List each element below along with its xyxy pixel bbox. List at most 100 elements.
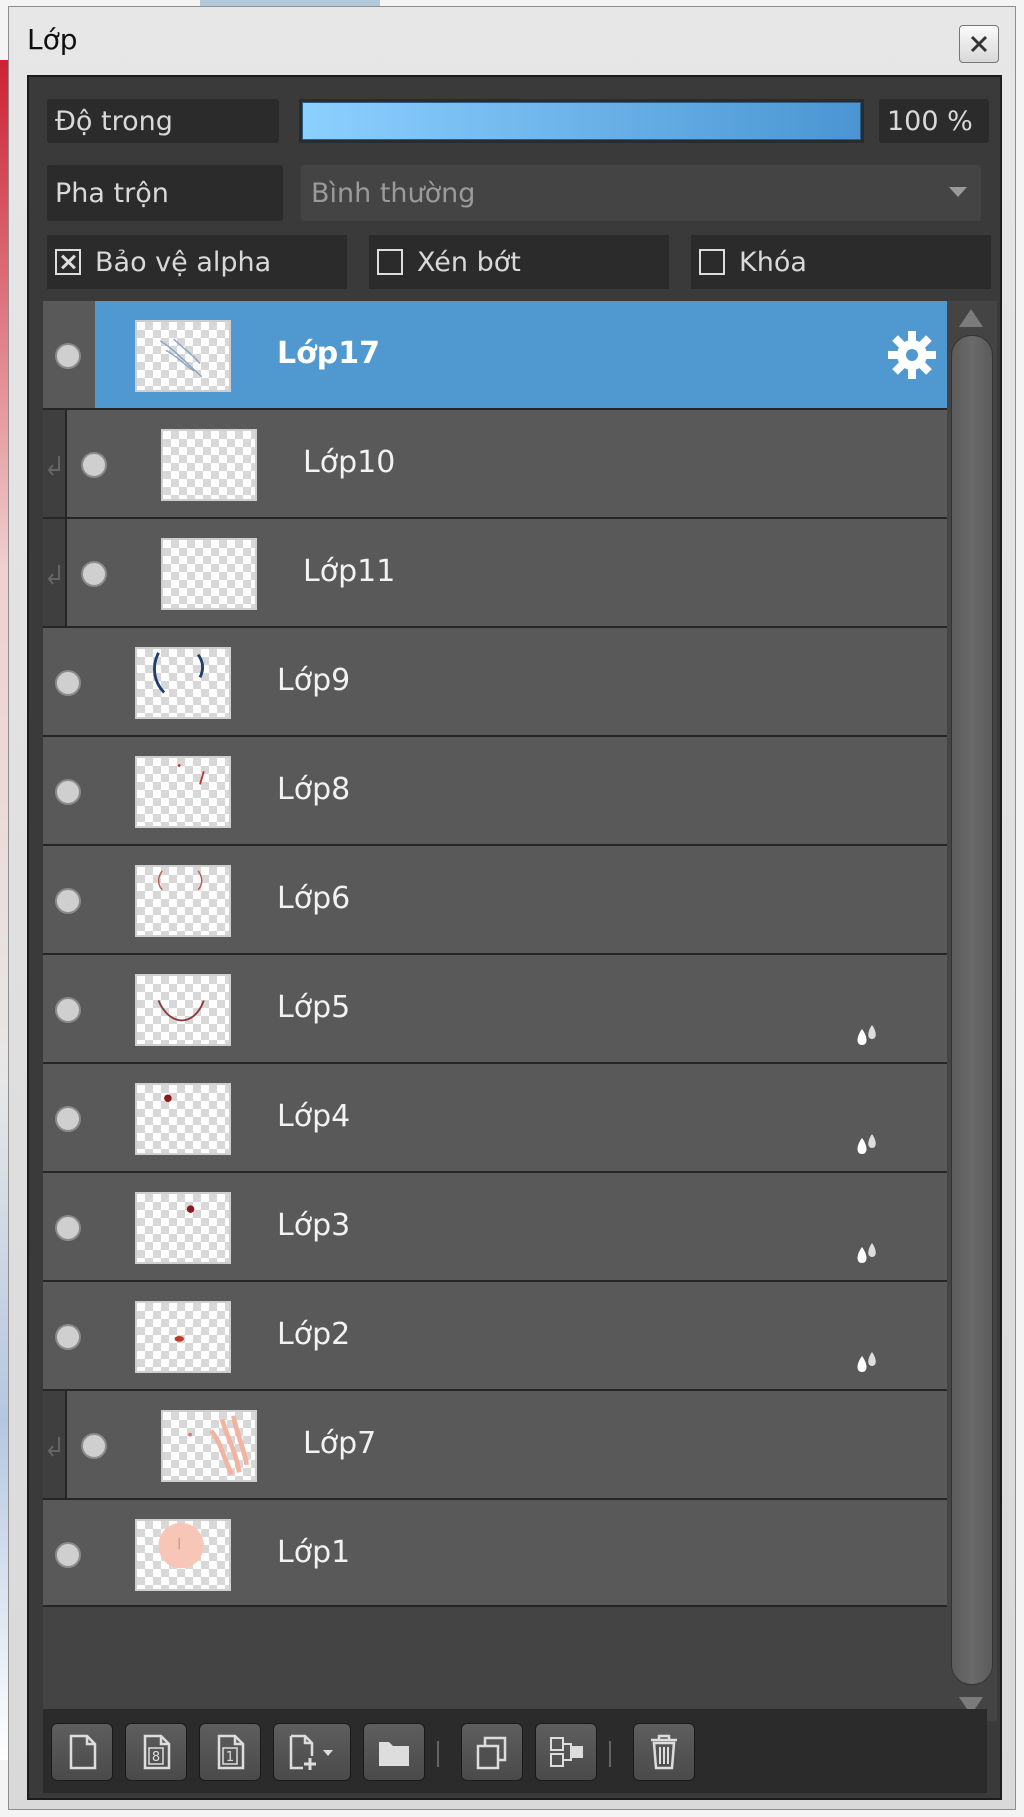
visibility-toggle-icon[interactable] [81,1433,107,1459]
layer-name: Lớp7 [303,1426,377,1461]
layer-row-lop11[interactable]: Lớp11 [43,519,948,628]
visibility-toggle-icon[interactable] [55,1542,81,1568]
layer-name: Lớp6 [277,881,351,916]
add-layer-dropdown-icon [289,1734,333,1770]
clip-indent [43,519,67,626]
layer-list: Lớp17 Lớp10 Lớp11 Lớp9 Lớp8 Lớp6 Lớp5 Lớ… [43,301,973,1721]
layer-panel-content: Độ trong 100 % Pha trộn Bình thường Bảo … [27,75,1002,1800]
drops-icon [857,1134,876,1154]
visibility-toggle-icon[interactable] [55,1324,81,1350]
visibility-toggle-icon[interactable] [55,888,81,914]
delete-layer-icon [651,1734,677,1770]
layer-thumbnail [135,756,231,828]
checkbox-icon [377,249,403,275]
merge-down-button[interactable] [535,1723,597,1781]
toolbar-separator [609,1741,611,1767]
layer-thumbnail [135,1519,231,1591]
opacity-label: Độ trong [47,99,279,143]
layer-name: Lớp2 [277,1317,351,1352]
drops-icon [857,1352,876,1372]
alpha-protect-checkbox[interactable]: Bảo vệ alpha [47,235,347,289]
new-layer-icon [69,1734,97,1770]
gear-icon[interactable] [886,329,938,381]
visibility-toggle-icon[interactable] [81,561,107,587]
alpha-protect-label: Bảo vệ alpha [95,246,272,278]
layer-toolbar: 8 1 [43,1709,987,1793]
layer-panel-window: Lớp Độ trong 100 % Pha trộn Bình thường … [8,6,1016,1810]
layer-name: Lớp4 [277,1099,351,1134]
layer-thumbnail [135,1192,231,1264]
layer-name: Lớp3 [277,1208,351,1243]
opacity-slider-fill [302,102,861,140]
badge-8: 8 [152,1750,160,1765]
layer-thumbnail [135,974,231,1046]
layer-row-lop1[interactable]: Lớp1 [43,1500,948,1607]
lock-checkbox[interactable]: Khóa [691,235,991,289]
clip-arrow-icon [47,1437,60,1457]
checkbox-icon [699,249,725,275]
blend-mode-select[interactable]: Bình thường [301,165,981,221]
layer-row-lop9[interactable]: Lớp9 [43,628,948,737]
add-layer-dropdown-button[interactable] [273,1723,351,1781]
new-8bit-layer-button[interactable]: 8 [125,1723,187,1781]
clip-checkbox[interactable]: Xén bớt [369,235,669,289]
drops-icon [857,1243,876,1263]
layer-row-lop7[interactable]: Lớp7 [43,1391,948,1500]
layer-row-lop5[interactable]: Lớp5 [43,955,948,1064]
layer-row-lop4[interactable]: Lớp4 [43,1064,948,1173]
clip-indent [43,1391,67,1498]
window-title: Lớp [27,23,78,56]
delete-layer-button[interactable] [633,1723,695,1781]
new-1bit-layer-button[interactable]: 1 [199,1723,261,1781]
visibility-toggle-icon[interactable] [55,1215,81,1241]
visibility-toggle-icon[interactable] [81,452,107,478]
title-bar[interactable]: Lớp [9,7,1015,69]
layer-row-lop2[interactable]: Lớp2 [43,1282,948,1391]
layer-thumbnail [135,1083,231,1155]
new-1bit-layer-icon: 1 [217,1734,245,1770]
layer-list-scrollbar[interactable] [947,301,997,1721]
layer-thumbnail [135,1301,231,1373]
toolbar-separator [437,1741,439,1767]
layer-row-lop8[interactable]: Lớp8 [43,737,948,846]
layer-row-lop10[interactable]: Lớp10 [43,410,948,519]
close-icon [970,35,988,53]
visibility-toggle-icon[interactable] [55,343,81,369]
opacity-value[interactable]: 100 % [879,99,989,143]
layer-row-lop6[interactable]: Lớp6 [43,846,948,955]
layer-row-lop3[interactable]: Lớp3 [43,1173,948,1282]
clip-indent [43,410,67,517]
visibility-toggle-icon[interactable] [55,997,81,1023]
visibility-toggle-icon[interactable] [55,779,81,805]
checkbox-icon [55,249,81,275]
layer-name: Lớp11 [303,554,396,589]
scrollbar-thumb[interactable] [951,335,993,1685]
badge-1: 1 [226,1750,234,1765]
close-button[interactable] [959,25,999,63]
layer-name: Lớp17 [277,336,380,371]
new-8bit-layer-icon: 8 [143,1734,171,1770]
new-folder-icon [379,1742,409,1766]
opacity-slider[interactable] [299,99,864,143]
visibility-toggle-icon[interactable] [55,670,81,696]
layer-name: Lớp10 [303,445,396,480]
layer-name: Lớp1 [277,1535,351,1570]
chevron-down-icon [949,187,967,197]
layer-thumbnail [135,647,231,719]
layer-thumbnail [161,538,257,610]
layer-row-lop17[interactable]: Lớp17 [43,301,948,410]
duplicate-layer-button[interactable] [461,1723,523,1781]
new-folder-button[interactable] [363,1723,425,1781]
visibility-toggle-icon[interactable] [55,1106,81,1132]
layer-name: Lớp9 [277,663,351,698]
clip-arrow-icon [47,565,60,585]
new-layer-button[interactable] [51,1723,113,1781]
duplicate-layer-icon [476,1736,507,1770]
layer-name: Lớp8 [277,772,351,807]
layer-thumbnail [161,1410,257,1482]
drops-icon [857,1025,876,1045]
scroll-up-icon[interactable] [959,309,983,327]
merge-down-icon [550,1737,583,1767]
lock-label: Khóa [739,246,807,278]
layer-thumbnail [161,429,257,501]
